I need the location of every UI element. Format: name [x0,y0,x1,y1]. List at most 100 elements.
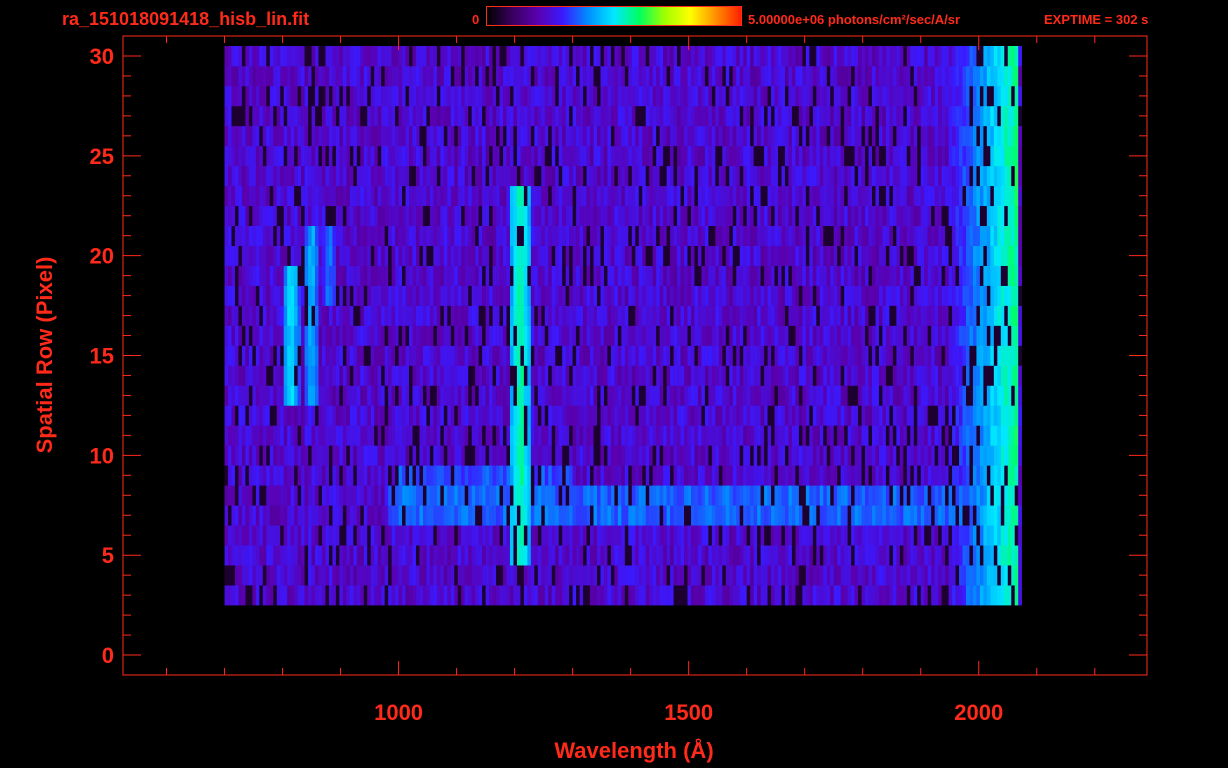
heatmap-cell [847,305,852,326]
heatmap-cell [934,425,939,446]
heatmap-cell [377,585,382,606]
heatmap-cell [743,165,747,187]
heatmap-cell [245,225,250,246]
heatmap-cell [767,285,772,306]
heatmap-cell [516,505,521,526]
heatmap-cell [576,405,580,426]
heatmap-cell [381,265,385,286]
heatmap-cell [1011,485,1016,506]
heatmap-cell [784,245,789,266]
heatmap-cell [429,265,434,286]
heatmap-cell [433,425,438,446]
heatmap-cell [238,465,243,486]
heatmap-cell [600,305,605,326]
heatmap-cell [426,405,431,426]
heatmap-cell [248,505,253,526]
heatmap-cell [443,465,448,486]
heatmap-cell [927,465,932,486]
heatmap-cell [694,405,699,426]
heatmap-cell [440,325,445,346]
heatmap-cell [224,365,229,386]
heatmap-cell [499,425,504,446]
heatmap-cell [516,305,521,326]
heatmap-cell [750,545,754,566]
heatmap-cell [503,385,507,406]
heatmap-cell [252,485,257,506]
heatmap-cell [1000,465,1005,486]
heatmap-cell [342,425,347,446]
heatmap-cell [572,385,577,406]
heatmap-cell [478,565,483,586]
heatmap-cell [600,505,605,526]
heatmap-cell [934,205,939,226]
heatmap-cell [273,585,278,606]
heatmap-cell [823,165,828,187]
heatmap-cell [812,225,817,246]
heatmap-cell [478,545,483,566]
heatmap-cell [861,285,866,306]
heatmap-cell [826,365,831,386]
heatmap-cell [558,325,563,346]
heatmap-cell [516,445,521,466]
heatmap-cell [374,425,378,446]
heatmap-cell [704,285,709,306]
heatmap-cell [346,465,351,486]
heatmap-cell [245,445,250,466]
heatmap-cell [861,305,866,326]
heatmap-cell [624,205,629,226]
heatmap-cell [551,445,556,466]
heatmap-cell [301,405,305,426]
heatmap-cell [739,325,744,346]
heatmap-cell [739,385,744,406]
heatmap-cell [760,265,765,286]
heatmap-cell [409,485,413,506]
heatmap-cell [276,385,281,406]
heatmap-cell [722,445,727,466]
heatmap-cell [384,445,389,466]
heatmap-cell [461,405,466,426]
heatmap-cell [858,205,862,226]
heatmap-cell [280,185,285,207]
heatmap-cell [534,425,539,446]
heatmap-cell [259,165,264,187]
heatmap-cell [558,185,563,207]
heatmap-cell [771,425,775,446]
heatmap-cell [729,425,734,446]
heatmap-cell [865,305,869,326]
heatmap-cell [370,325,375,346]
heatmap-cell [732,405,737,426]
heatmap-cell [670,545,674,566]
heatmap-cell [962,545,967,566]
heatmap-cell [523,265,528,286]
heatmap-cell [259,445,264,466]
heatmap-cell [899,405,904,426]
heatmap-cell [670,285,674,306]
heatmap-cell [677,505,681,526]
heatmap-cell [757,585,761,606]
heatmap-cell [583,265,587,286]
heatmap-cell [485,305,490,326]
heatmap-cell [889,305,894,326]
heatmap-cell [677,465,681,486]
heatmap-cell [370,425,375,446]
heatmap-cell [962,345,967,366]
heatmap-cell [527,245,532,266]
heatmap-cell [906,205,911,226]
heatmap-cell [308,205,312,226]
heatmap-cell [287,505,291,526]
heatmap-cell [760,285,765,306]
heatmap-cell [572,305,577,326]
heatmap-cell [255,485,260,506]
heatmap-cell [791,265,796,286]
heatmap-cell [819,225,824,246]
heatmap-cell [252,445,257,466]
heatmap-cell [252,585,257,606]
heatmap-cell [986,225,991,246]
heatmap-cell [854,565,859,586]
heatmap-cell [903,305,908,326]
heatmap-cell [875,545,880,566]
heatmap-cell [405,505,410,526]
heatmap-cell [398,325,403,346]
heatmap-cell [795,505,800,526]
heatmap-cell [245,285,250,306]
